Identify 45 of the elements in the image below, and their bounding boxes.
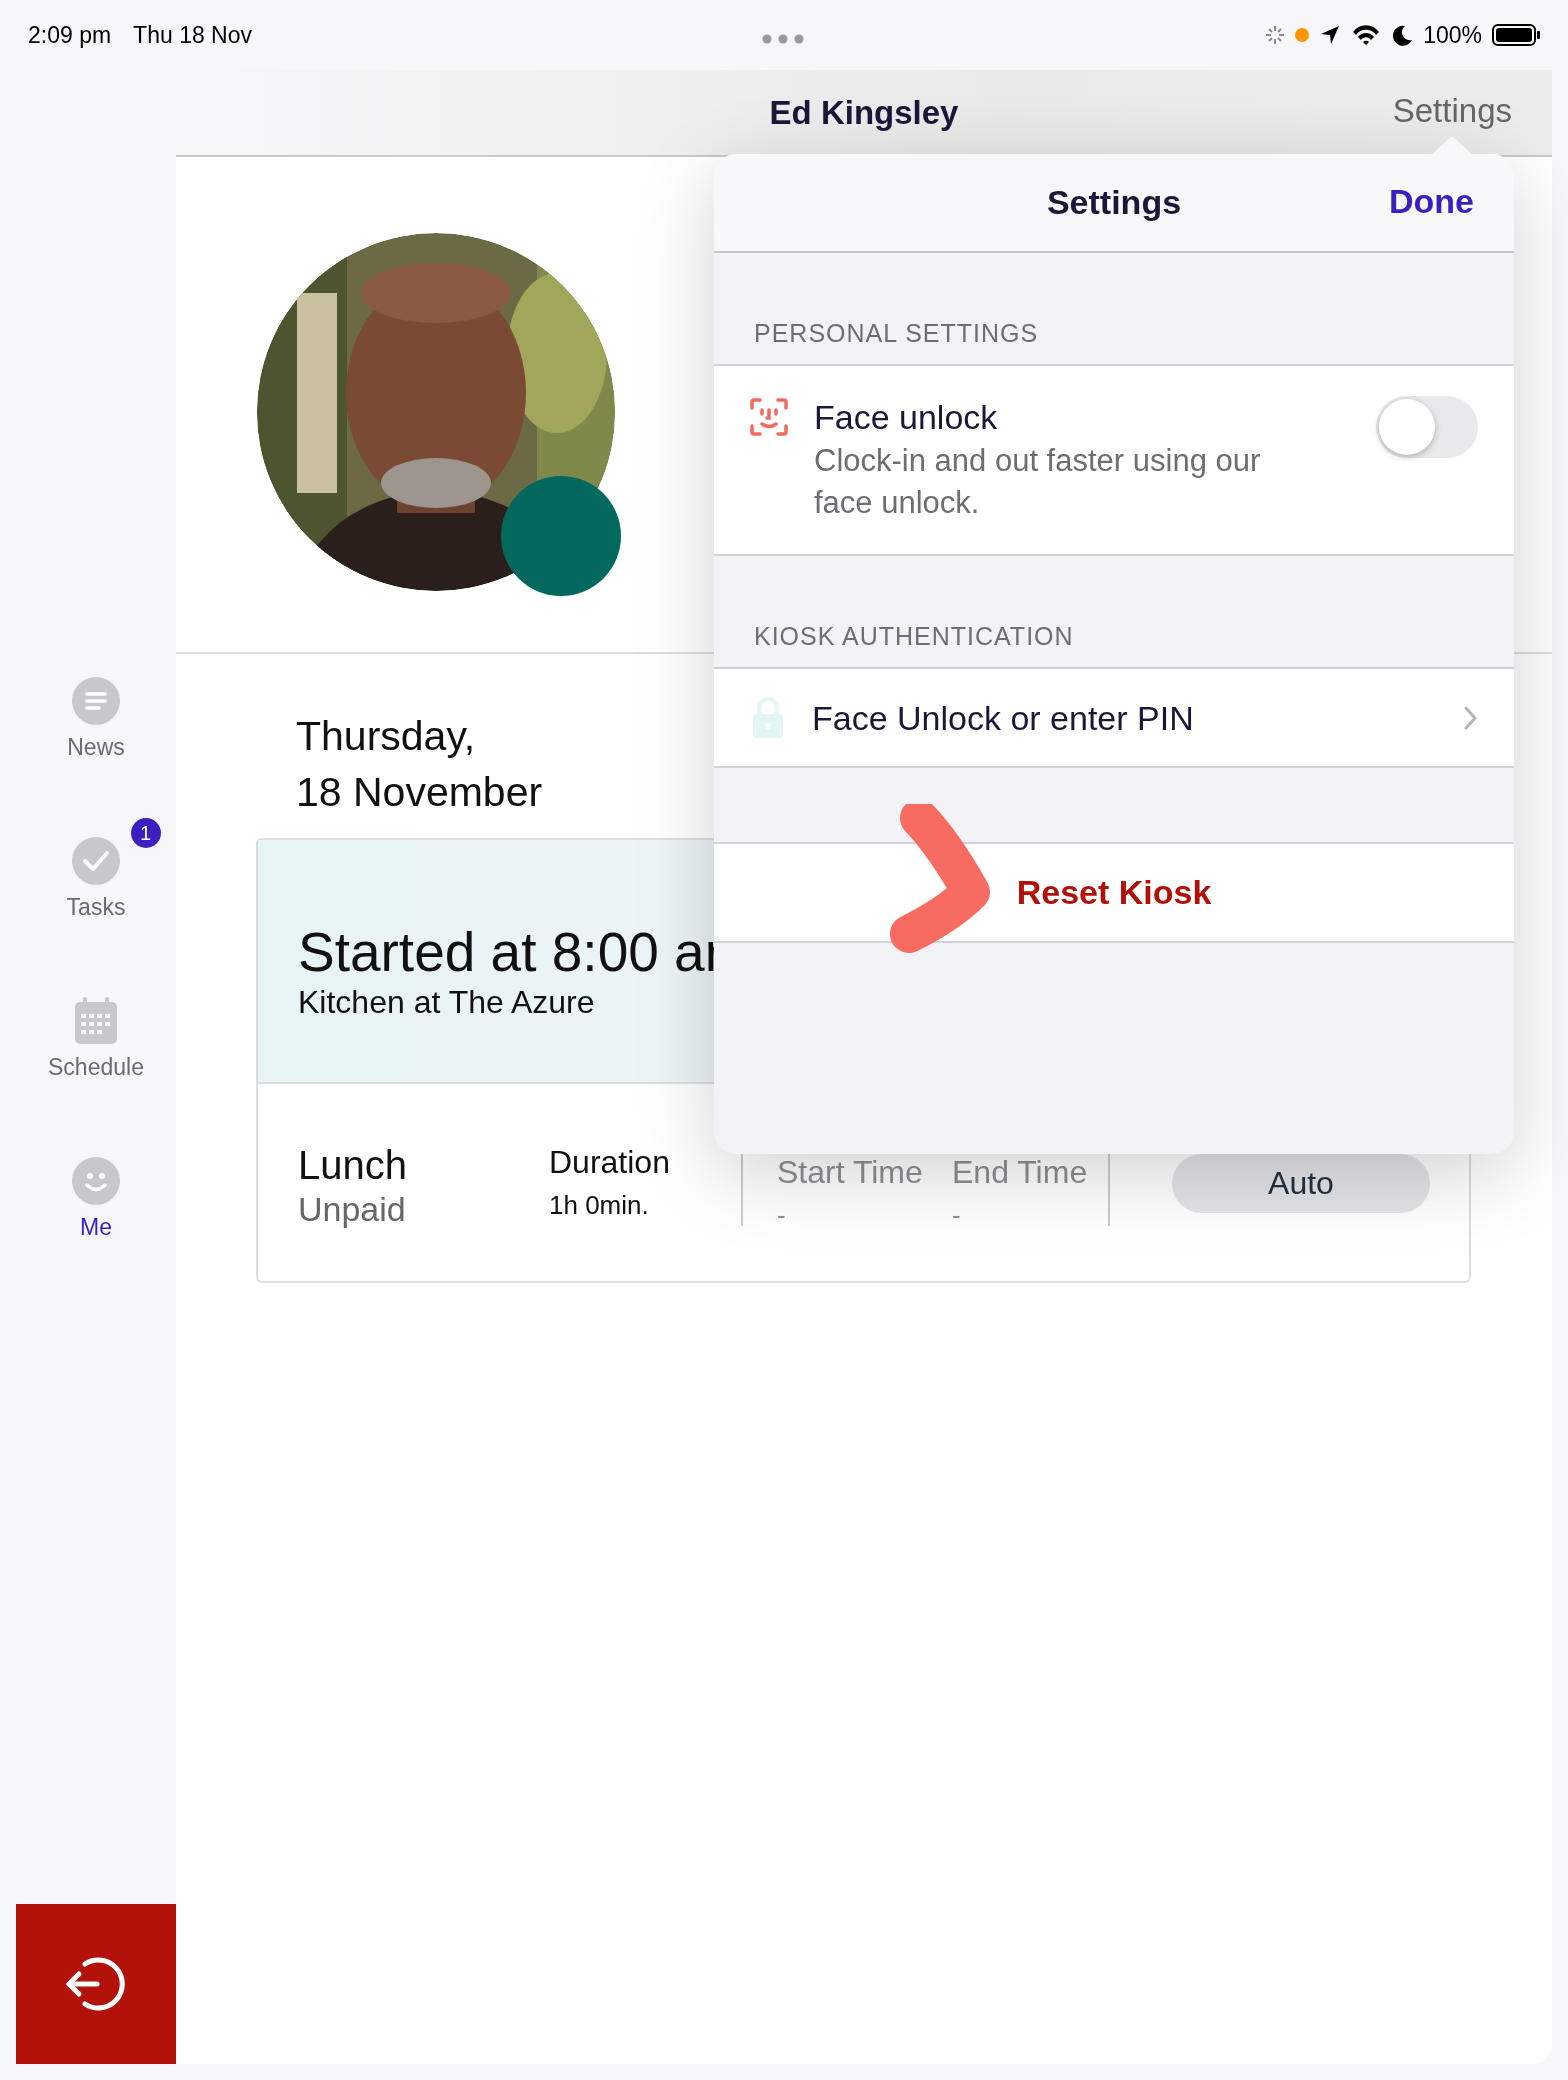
setting-description: Clock-in and out faster using our face unlock. <box>814 442 1262 522</box>
start-time-value: - <box>777 1200 787 1231</box>
break-type: Unpaid <box>298 1190 407 1229</box>
moon-icon <box>1391 24 1414 46</box>
battery-icon <box>1492 24 1540 46</box>
padlock-icon <box>750 696 786 739</box>
toggle-switch[interactable] <box>1376 396 1478 458</box>
settings-button[interactable]: Settings <box>1392 92 1512 130</box>
sidebar-item[interactable]: Me <box>71 1156 121 1241</box>
checkmark-icon <box>71 836 121 886</box>
location-arrow-icon <box>1319 24 1342 46</box>
settings-row[interactable]: Face Unlock or enter PIN <box>714 667 1514 768</box>
auto-button[interactable]: Auto <box>1172 1154 1430 1213</box>
done-button[interactable]: Done <box>1389 182 1474 221</box>
date-heading: 18 November <box>296 768 543 817</box>
activity-spinner-icon <box>1265 25 1286 45</box>
status-time: 2:09 pm <box>28 21 112 49</box>
status-date: Thu 18 Nov <box>133 21 252 49</box>
date-heading: Thursday, <box>296 712 476 761</box>
sidebar-item[interactable]: News <box>67 676 125 761</box>
shift-location: Kitchen at The Azure <box>298 984 596 1021</box>
chevron-right-icon <box>1463 705 1478 730</box>
setting-title: Face unlock <box>814 397 999 438</box>
duration-value: 1h 0min. <box>549 1190 650 1221</box>
popover-title: Settings <box>1046 183 1182 222</box>
section-header: PERSONAL SETTINGS <box>753 318 1040 349</box>
section-header: KIOSK AUTHENTICATION <box>753 621 1075 652</box>
recording-dot-icon <box>1295 28 1310 42</box>
sidebar-item[interactable]: Schedule <box>48 996 144 1081</box>
end-time-label: End Time <box>952 1153 1089 1192</box>
end-time-value: - <box>952 1200 962 1231</box>
notification-badge: 1 <box>130 818 161 848</box>
multitasking-dots-icon[interactable] <box>762 34 804 44</box>
news-icon <box>71 676 121 726</box>
battery-percentage: 100% <box>1423 21 1482 49</box>
reset-kiosk-button[interactable]: Reset Kiosk <box>714 842 1514 943</box>
wifi-icon <box>1351 23 1382 47</box>
page-title: Ed Kingsley <box>769 93 959 132</box>
logout-button[interactable] <box>16 1904 176 2064</box>
smiley-icon <box>71 1156 121 1206</box>
face-id-icon <box>750 398 788 436</box>
setting-title: Face Unlock or enter PIN <box>812 697 1195 739</box>
start-time-label: Start Time <box>777 1153 924 1192</box>
duration-label: Duration <box>549 1143 671 1182</box>
break-name: Lunch <box>298 1142 408 1189</box>
